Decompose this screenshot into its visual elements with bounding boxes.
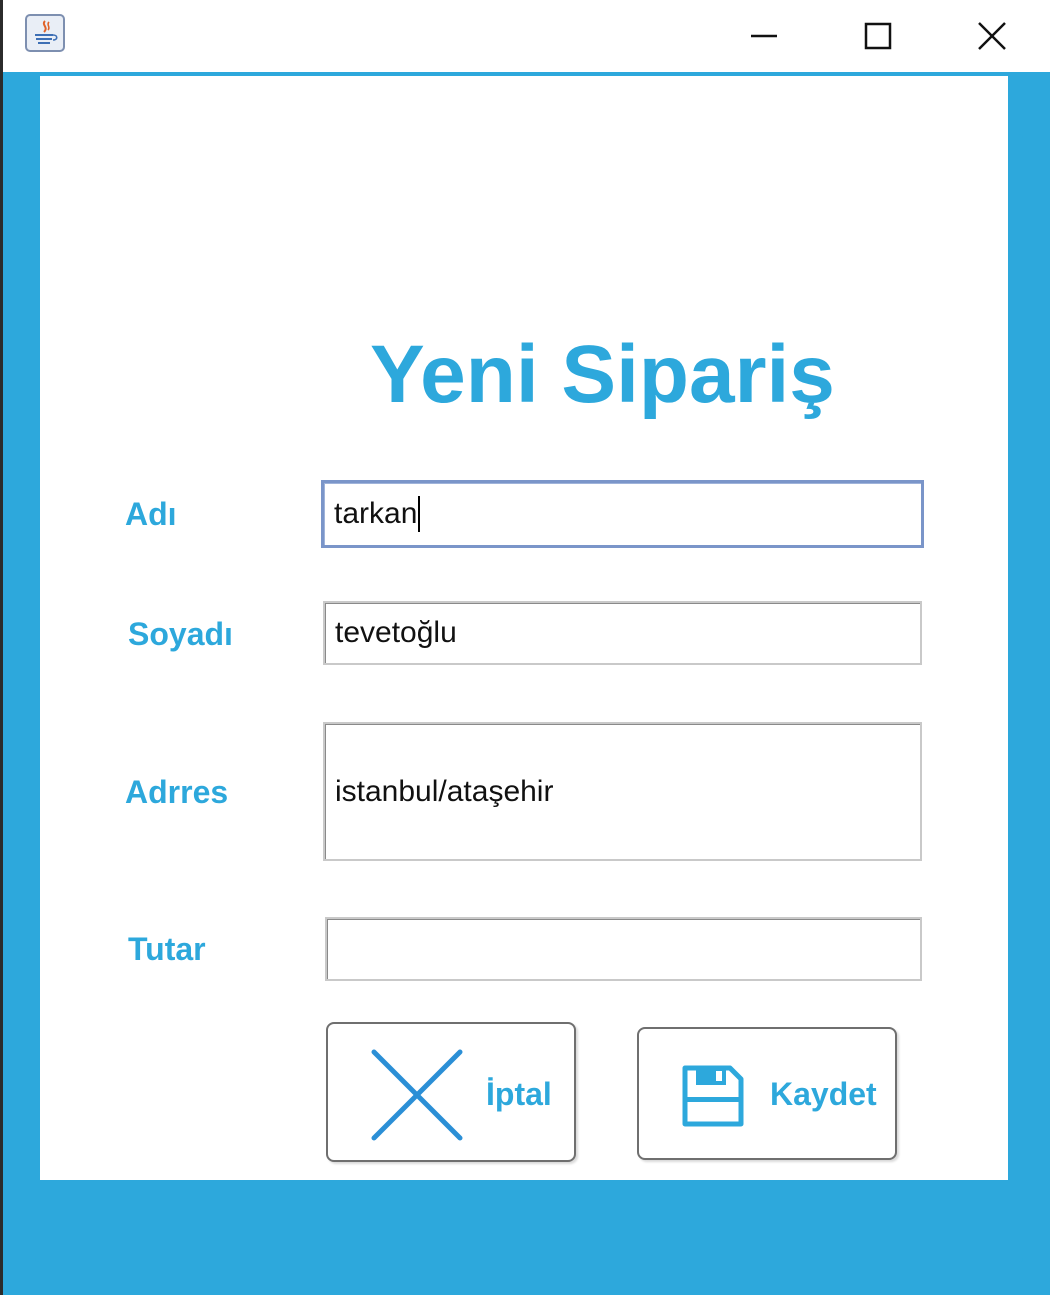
text-caret <box>418 496 421 532</box>
maximize-button[interactable] <box>828 0 928 72</box>
application-window: Yeni Sipariş Adı tarkan Soyadı tevetoğlu… <box>0 0 1050 1295</box>
save-button[interactable]: Kaydet <box>637 1027 897 1160</box>
cancel-button[interactable]: İptal <box>326 1022 576 1162</box>
close-button[interactable] <box>942 0 1042 72</box>
adi-input-value: tarkan <box>334 497 418 530</box>
floppy-disk-icon <box>682 1065 744 1127</box>
cancel-button-label: İptal <box>486 1076 552 1112</box>
page-title: Yeni Sipariş <box>370 329 835 420</box>
maximize-icon <box>864 22 892 50</box>
x-icon <box>371 1049 463 1141</box>
minimize-icon <box>751 34 777 38</box>
minimize-button[interactable] <box>714 0 814 72</box>
java-icon[interactable] <box>25 14 65 52</box>
close-icon <box>978 22 1006 50</box>
tutar-input[interactable] <box>325 917 922 981</box>
adres-input-value: istanbul/ataşehir <box>335 774 554 808</box>
save-button-label: Kaydet <box>770 1076 877 1112</box>
tutar-label: Tutar <box>128 931 206 967</box>
adi-input[interactable]: tarkan <box>321 480 924 548</box>
soyadi-input-value: tevetoğlu <box>335 616 457 649</box>
soyadi-input[interactable]: tevetoğlu <box>323 601 922 665</box>
adi-label: Adı <box>125 496 177 532</box>
soyadi-label: Soyadı <box>128 616 233 652</box>
adres-label: Adrres <box>125 774 229 810</box>
title-bar[interactable] <box>3 0 1050 72</box>
adres-textarea[interactable]: istanbul/ataşehir <box>323 722 922 861</box>
